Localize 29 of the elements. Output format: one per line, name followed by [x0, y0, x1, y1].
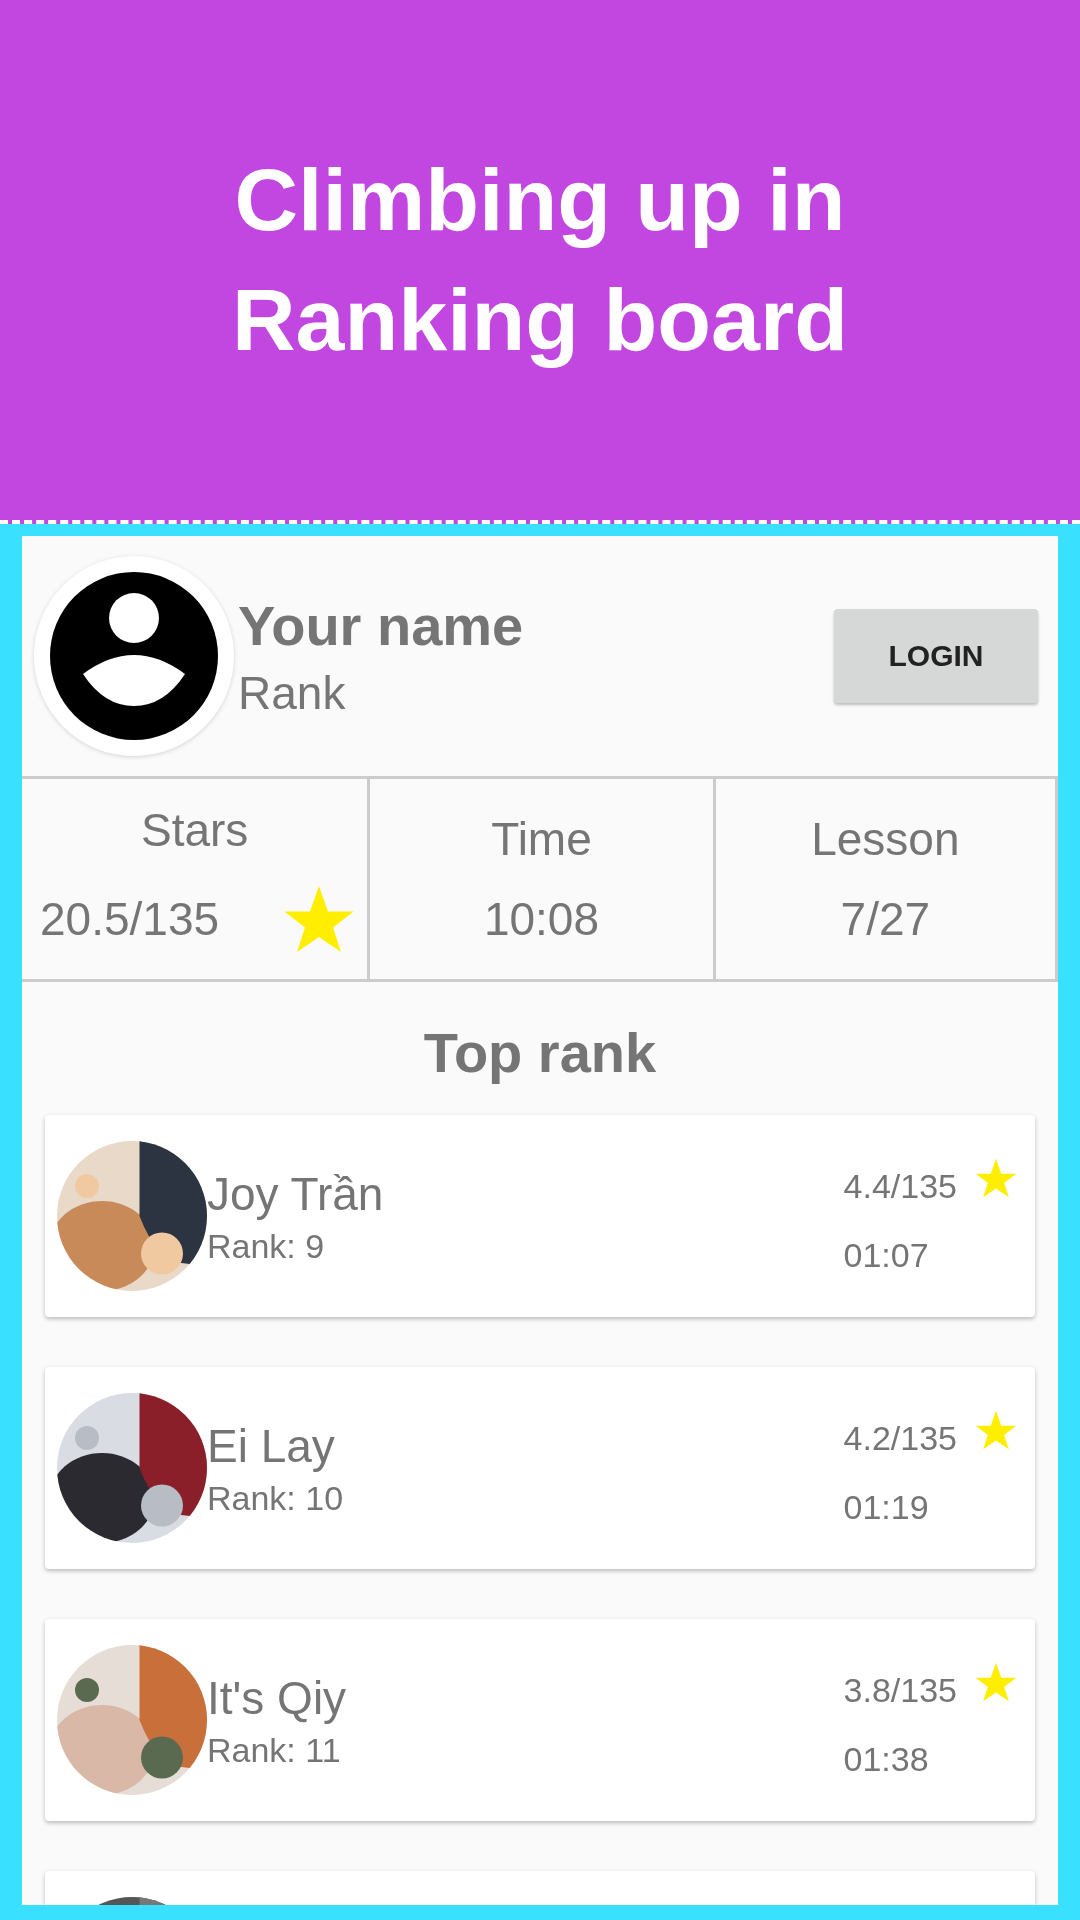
star-icon	[975, 1661, 1017, 1703]
stat-label: Time	[491, 812, 592, 866]
player-name: It's Qiy	[207, 1670, 348, 1725]
player-time: 01:38	[843, 1740, 930, 1779]
banner-title: Climbing up in Ranking board	[230, 149, 849, 371]
player-time: 01:07	[843, 1236, 930, 1275]
login-button[interactable]: LOGIN	[834, 609, 1038, 703]
player-score: 4.2/135	[843, 1419, 957, 1458]
rank-card[interactable]: Ei Lay Rank: 10 4.2/135 01:19	[45, 1367, 1035, 1569]
user-name: Your name	[238, 592, 525, 658]
player-rank: Rank: 11	[207, 1730, 342, 1770]
stat-label: Stars	[140, 803, 249, 857]
player-score: 3.8/135	[843, 1671, 957, 1710]
player-score: 4.4/135	[843, 1167, 957, 1206]
section-title: Top rank	[422, 1020, 658, 1085]
stat-value: 10:08	[483, 892, 600, 946]
star-icon	[975, 1157, 1017, 1199]
star-icon	[975, 1409, 1017, 1451]
player-rank: Rank: 10	[207, 1478, 345, 1518]
rank-card[interactable]: Joy Trần Rank: 9 4.4/135 01:07	[45, 1115, 1035, 1317]
player-name: Ei Lay	[207, 1418, 336, 1473]
player-name: Joy Trần	[207, 1166, 385, 1221]
player-rank: Rank: 9	[207, 1226, 326, 1266]
player-time: 01:19	[843, 1488, 930, 1527]
rank-card[interactable]: It's Qiy Rank: 11 3.8/135 01:38	[45, 1619, 1035, 1821]
user-rank: Rank	[238, 665, 347, 720]
stat-label: Lesson	[811, 812, 960, 866]
stat-value: 7/27	[840, 892, 931, 946]
stat-value: 20.5/135	[40, 892, 220, 946]
